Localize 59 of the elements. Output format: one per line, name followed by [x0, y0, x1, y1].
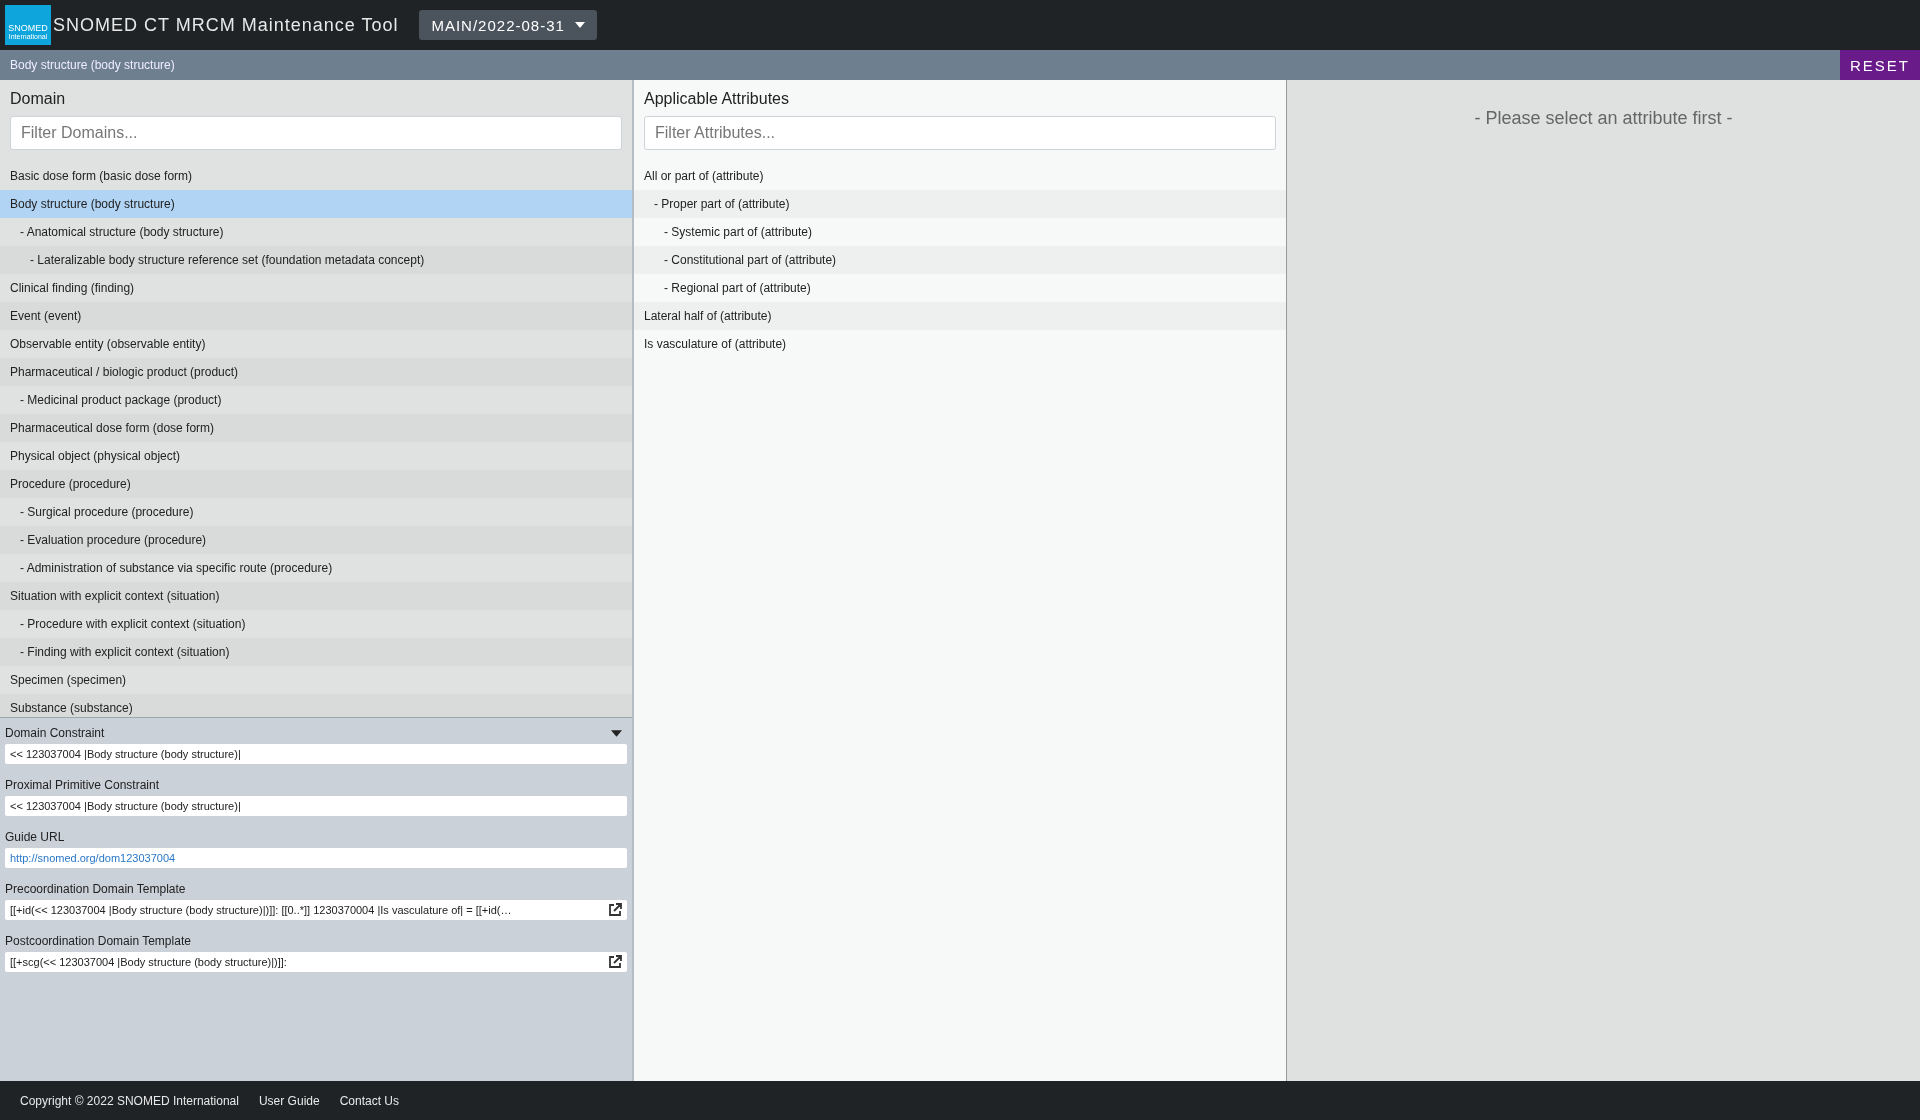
- external-link-icon[interactable]: [608, 903, 622, 917]
- attribute-item[interactable]: Is vasculature of (attribute): [634, 330, 1286, 358]
- field-label: Domain Constraint: [5, 726, 105, 740]
- branch-dropdown[interactable]: MAIN/2022-08-31: [419, 10, 597, 40]
- domain-item[interactable]: - Surgical procedure (procedure): [0, 497, 632, 526]
- domain-item[interactable]: Event (event): [0, 301, 632, 330]
- domain-item[interactable]: Situation with explicit context (situation): [0, 581, 632, 610]
- url-field[interactable]: http://snomed.org/dom123037004: [5, 848, 627, 868]
- reset-button[interactable]: RESET: [1840, 50, 1920, 80]
- panel-title: Domain: [10, 90, 67, 108]
- attribute-item[interactable]: All or part of (attribute): [634, 162, 1286, 190]
- field-label: Postcoordination Domain Template: [5, 934, 191, 948]
- attribute-item[interactable]: - Constitutional part of (attribute): [634, 246, 1286, 274]
- domain-item[interactable]: - Evaluation procedure (procedure): [0, 525, 632, 554]
- text-field[interactable]: [[+scg(<< 123037004 |Body structure (body structure)|)]]:: [5, 952, 627, 972]
- domain-item[interactable]: Pharmaceutical dose form (dose form): [0, 413, 632, 442]
- domain-item[interactable]: Basic dose form (basic dose form): [0, 161, 632, 190]
- domain-item[interactable]: Pharmaceutical / biologic product (product): [0, 357, 632, 386]
- domain-item[interactable]: - Medicinal product package (product): [0, 385, 632, 414]
- text-field[interactable]: << 123037004 |Body structure (body structure)|: [5, 796, 627, 816]
- breadcrumb-text: Body structure (body structure): [9, 58, 175, 72]
- field-label: Precoordination Domain Template: [5, 882, 186, 896]
- attribute-item[interactable]: Lateral half of (attribute): [634, 302, 1286, 330]
- domain-item[interactable]: Specimen (specimen): [0, 665, 632, 694]
- domain-item[interactable]: - Administration of substance via specific route (procedure): [0, 553, 632, 582]
- field-value: [[+id(<< 123037004 |Body structure (body structure)|)]]: [[0..*]] 1230370004 |Is vasculature of| = [[+id(…: [10, 904, 512, 916]
- field-value: << 123037004 |Body structure (body structure)|: [10, 800, 241, 812]
- logo-text: SNOMED: [8, 24, 48, 34]
- domain-item[interactable]: Physical object (physical object): [0, 441, 632, 470]
- app-title: SNOMED CT MRCM Maintenance Tool: [53, 14, 399, 36]
- filter-field[interactable]: Filter Domains...: [10, 116, 622, 150]
- domain-item[interactable]: - Anatomical structure (body structure): [0, 217, 632, 246]
- attribute-item[interactable]: - Systemic part of (attribute): [634, 218, 1286, 246]
- footer-link[interactable]: User Guide: [258, 1093, 320, 1108]
- attribute-item[interactable]: - Regional part of (attribute): [634, 274, 1286, 302]
- text-field[interactable]: [[+id(<< 123037004 |Body structure (body structure)|)]]: [[0..*]] 1230370004 |Is vasculature of| = [[+id(…: [5, 900, 627, 920]
- field-value: << 123037004 |Body structure (body structure)|: [10, 748, 241, 760]
- attribute-item[interactable]: - Proper part of (attribute): [634, 190, 1286, 218]
- field-label: Guide URL: [5, 830, 65, 844]
- panel-title: Applicable Attributes: [644, 90, 790, 108]
- footer-link[interactable]: Contact Us: [339, 1093, 399, 1108]
- domain-item[interactable]: Substance (substance): [0, 693, 632, 717]
- domain-item[interactable]: Observable entity (observable entity): [0, 329, 632, 358]
- external-link-icon[interactable]: [608, 955, 622, 969]
- domain-item[interactable]: Procedure (procedure): [0, 469, 632, 498]
- guide-link[interactable]: http://snomed.org/dom123037004: [10, 852, 176, 864]
- copyright-text: Copyright © 2022 SNOMED International: [20, 1093, 239, 1108]
- domain-item[interactable]: - Procedure with explicit context (situation): [0, 609, 632, 638]
- domain-item[interactable]: - Finding with explicit context (situation): [0, 637, 632, 666]
- field-value: [[+scg(<< 123037004 |Body structure (body structure)|)]]:: [10, 956, 287, 968]
- filter-field[interactable]: Filter Attributes...: [644, 116, 1276, 150]
- domain-item[interactable]: Clinical finding (finding): [0, 273, 632, 302]
- text-field[interactable]: << 123037004 |Body structure (body structure)|: [5, 744, 627, 764]
- caret-icon: [574, 22, 585, 28]
- caret-icon[interactable]: [611, 729, 622, 737]
- domain-item[interactable]: Body structure (body structure): [0, 189, 632, 218]
- domain-item[interactable]: - Lateralizable body structure reference set (foundation metadata concept): [0, 245, 632, 274]
- empty-message: - Please select an attribute first -: [1473, 108, 1734, 129]
- field-label: Proximal Primitive Constraint: [5, 778, 160, 792]
